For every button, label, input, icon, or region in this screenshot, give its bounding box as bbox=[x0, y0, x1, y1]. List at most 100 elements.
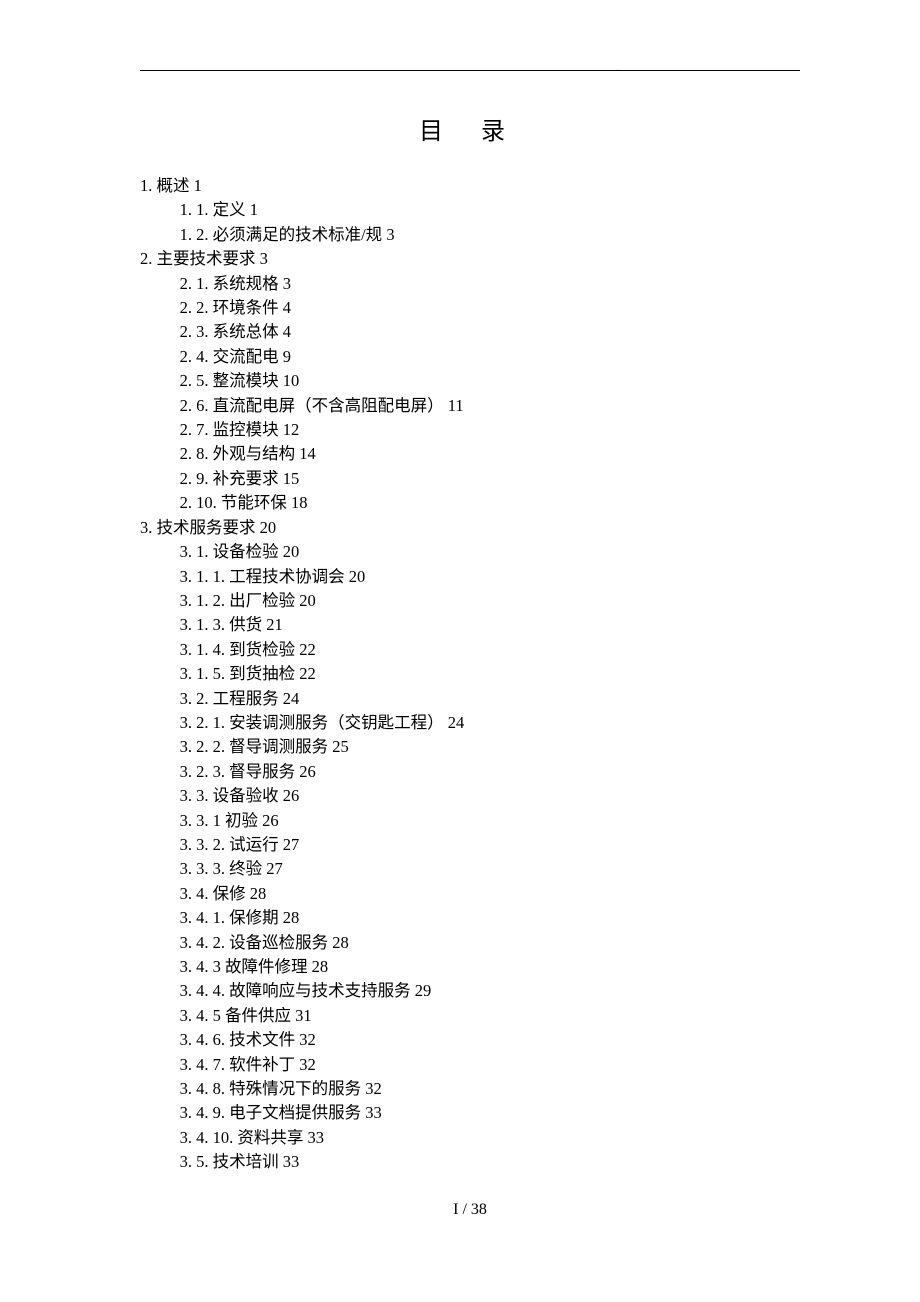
toc-entry: 3. 4. 2. 设备巡检服务 28 bbox=[180, 931, 800, 955]
toc-entry: 2. 主要技术要求 3 bbox=[140, 247, 800, 271]
toc-entry-label: 3. 4. 10. 资料共享 bbox=[180, 1128, 304, 1147]
toc-entry-page: 11 bbox=[448, 396, 464, 415]
toc-entry: 3. 1. 3. 供货 21 bbox=[180, 613, 800, 637]
toc-entry: 3. 1. 5. 到货抽检 22 bbox=[180, 662, 800, 686]
toc-entry-page: 28 bbox=[283, 908, 300, 927]
toc-entry-label: 3. 1. 3. 供货 bbox=[180, 615, 263, 634]
toc-entry-label: 3. 1. 5. 到货抽检 bbox=[180, 664, 296, 683]
toc-entry-page: 26 bbox=[283, 786, 300, 805]
toc-entry: 3. 3. 设备验收 26 bbox=[180, 784, 800, 808]
toc-entry-page: 32 bbox=[299, 1055, 316, 1074]
toc-entry-page: 20 bbox=[349, 567, 366, 586]
toc-entry-label: 1. 1. 定义 bbox=[180, 200, 246, 219]
toc-entry-page: 3 bbox=[386, 225, 394, 244]
toc-entry: 2. 2. 环境条件 4 bbox=[180, 296, 800, 320]
toc-entry: 3. 1. 4. 到货检验 22 bbox=[180, 638, 800, 662]
toc-entry: 3. 1. 2. 出厂检验 20 bbox=[180, 589, 800, 613]
toc-entry: 2. 6. 直流配电屏（不含高阻配电屏） 11 bbox=[180, 394, 800, 418]
toc-entry-page: 29 bbox=[415, 981, 432, 1000]
toc-entry-label: 3. 3. 1 初验 bbox=[180, 811, 258, 830]
toc-entry-page: 22 bbox=[299, 664, 316, 683]
toc-entry: 3. 2. 1. 安装调测服务（交钥匙工程） 24 bbox=[180, 711, 800, 735]
toc-entry: 3. 2. 3. 督导服务 26 bbox=[180, 760, 800, 784]
header-rule: . bbox=[140, 70, 800, 71]
toc-entry-label: 2. 7. 监控模块 bbox=[180, 420, 279, 439]
document-page: . 目 录 1. 概述 11. 1. 定义 11. 2. 必须满足的技术标准/规… bbox=[0, 0, 920, 1259]
toc-entry: 3. 4. 9. 电子文档提供服务 33 bbox=[180, 1101, 800, 1125]
toc-entry-label: 3. 3. 3. 终验 bbox=[180, 859, 263, 878]
toc-entry-page: 26 bbox=[299, 762, 316, 781]
toc-entry-label: 3. 4. 3 故障件修理 bbox=[180, 957, 308, 976]
toc-entry: 2. 7. 监控模块 12 bbox=[180, 418, 800, 442]
toc-entry-label: 3. 4. 6. 技术文件 bbox=[180, 1030, 296, 1049]
toc-entry-page: 24 bbox=[283, 689, 300, 708]
toc-entry: 3. 4. 保修 28 bbox=[180, 882, 800, 906]
toc-entry: 3. 3. 3. 终验 27 bbox=[180, 857, 800, 881]
toc-entry-page: 32 bbox=[299, 1030, 316, 1049]
toc-entry-label: 3. 3. 2. 试运行 bbox=[180, 835, 279, 854]
toc-entry-label: 2. 5. 整流模块 bbox=[180, 371, 279, 390]
toc-entry: 3. 4. 8. 特殊情况下的服务 32 bbox=[180, 1077, 800, 1101]
toc-entry-label: 2. 9. 补充要求 bbox=[180, 469, 279, 488]
toc-entry-page: 32 bbox=[365, 1079, 382, 1098]
toc-entry-label: 3. 4. 4. 故障响应与技术支持服务 bbox=[180, 981, 411, 1000]
header-mark: . bbox=[617, 63, 619, 74]
toc-entry-page: 15 bbox=[283, 469, 300, 488]
toc-entry-label: 1. 2. 必须满足的技术标准/规 bbox=[180, 225, 383, 244]
toc-entry-page: 4 bbox=[283, 298, 291, 317]
toc-entry-page: 33 bbox=[283, 1152, 300, 1171]
toc-entry-label: 3. 1. 4. 到货检验 bbox=[180, 640, 296, 659]
toc-entry-page: 28 bbox=[250, 884, 267, 903]
toc-entry-label: 3. 5. 技术培训 bbox=[180, 1152, 279, 1171]
toc-entry: 3. 5. 技术培训 33 bbox=[180, 1150, 800, 1174]
toc-entry-page: 28 bbox=[312, 957, 329, 976]
toc-entry: 3. 4. 3 故障件修理 28 bbox=[180, 955, 800, 979]
toc-entry-label: 3. 4. 9. 电子文档提供服务 bbox=[180, 1103, 362, 1122]
toc-entry: 2. 1. 系统规格 3 bbox=[180, 272, 800, 296]
toc-entry-label: 2. 2. 环境条件 bbox=[180, 298, 279, 317]
toc-entry-label: 3. 1. 设备检验 bbox=[180, 542, 279, 561]
toc-entry-page: 3 bbox=[260, 249, 268, 268]
page-footer: I / 38 bbox=[140, 1201, 800, 1219]
toc-entry: 2. 5. 整流模块 10 bbox=[180, 369, 800, 393]
toc-entry-label: 3. 1. 1. 工程技术协调会 bbox=[180, 567, 345, 586]
toc-entry-label: 3. 4. 1. 保修期 bbox=[180, 908, 279, 927]
toc-entry-label: 2. 6. 直流配电屏（不含高阻配电屏） bbox=[180, 396, 444, 415]
toc-entry: 3. 4. 7. 软件补丁 32 bbox=[180, 1053, 800, 1077]
toc-entry: 1. 1. 定义 1 bbox=[180, 198, 800, 222]
toc-entry: 3. 4. 5 备件供应 31 bbox=[180, 1004, 800, 1028]
toc-title: 目 录 bbox=[140, 111, 800, 146]
toc-entry: 3. 1. 1. 工程技术协调会 20 bbox=[180, 565, 800, 589]
toc-entry-page: 20 bbox=[260, 518, 277, 537]
toc-entry-page: 31 bbox=[295, 1006, 312, 1025]
toc-entry-page: 20 bbox=[299, 591, 316, 610]
toc-entry-page: 27 bbox=[283, 835, 300, 854]
toc-entry: 1. 2. 必须满足的技术标准/规 3 bbox=[180, 223, 800, 247]
toc-entry-page: 1 bbox=[194, 176, 202, 195]
toc-entry: 2. 9. 补充要求 15 bbox=[180, 467, 800, 491]
toc-list: 1. 概述 11. 1. 定义 11. 2. 必须满足的技术标准/规 32. 主… bbox=[140, 174, 800, 1175]
toc-entry-label: 2. 3. 系统总体 bbox=[180, 322, 279, 341]
toc-entry-label: 3. 2. 1. 安装调测服务（交钥匙工程） bbox=[180, 713, 444, 732]
toc-entry-label: 3. 4. 5 备件供应 bbox=[180, 1006, 291, 1025]
toc-entry: 2. 10. 节能环保 18 bbox=[180, 491, 800, 515]
toc-entry: 3. 4. 1. 保修期 28 bbox=[180, 906, 800, 930]
toc-entry: 3. 1. 设备检验 20 bbox=[180, 540, 800, 564]
toc-entry: 3. 3. 2. 试运行 27 bbox=[180, 833, 800, 857]
toc-entry-label: 2. 主要技术要求 bbox=[140, 249, 256, 268]
toc-entry: 3. 4. 6. 技术文件 32 bbox=[180, 1028, 800, 1052]
toc-entry-label: 1. 概述 bbox=[140, 176, 190, 195]
toc-entry-page: 1 bbox=[250, 200, 258, 219]
toc-entry-page: 12 bbox=[283, 420, 300, 439]
toc-entry-label: 3. 3. 设备验收 bbox=[180, 786, 279, 805]
toc-entry: 3. 2. 2. 督导调测服务 25 bbox=[180, 735, 800, 759]
toc-entry-label: 3. 2. 2. 督导调测服务 bbox=[180, 737, 329, 756]
toc-entry-page: 33 bbox=[307, 1128, 324, 1147]
toc-entry-label: 3. 4. 8. 特殊情况下的服务 bbox=[180, 1079, 362, 1098]
toc-entry: 3. 4. 4. 故障响应与技术支持服务 29 bbox=[180, 979, 800, 1003]
toc-entry: 1. 概述 1 bbox=[140, 174, 800, 198]
toc-entry-label: 3. 1. 2. 出厂检验 bbox=[180, 591, 296, 610]
toc-entry: 2. 8. 外观与结构 14 bbox=[180, 442, 800, 466]
toc-entry-page: 9 bbox=[283, 347, 291, 366]
toc-entry: 3. 4. 10. 资料共享 33 bbox=[180, 1126, 800, 1150]
